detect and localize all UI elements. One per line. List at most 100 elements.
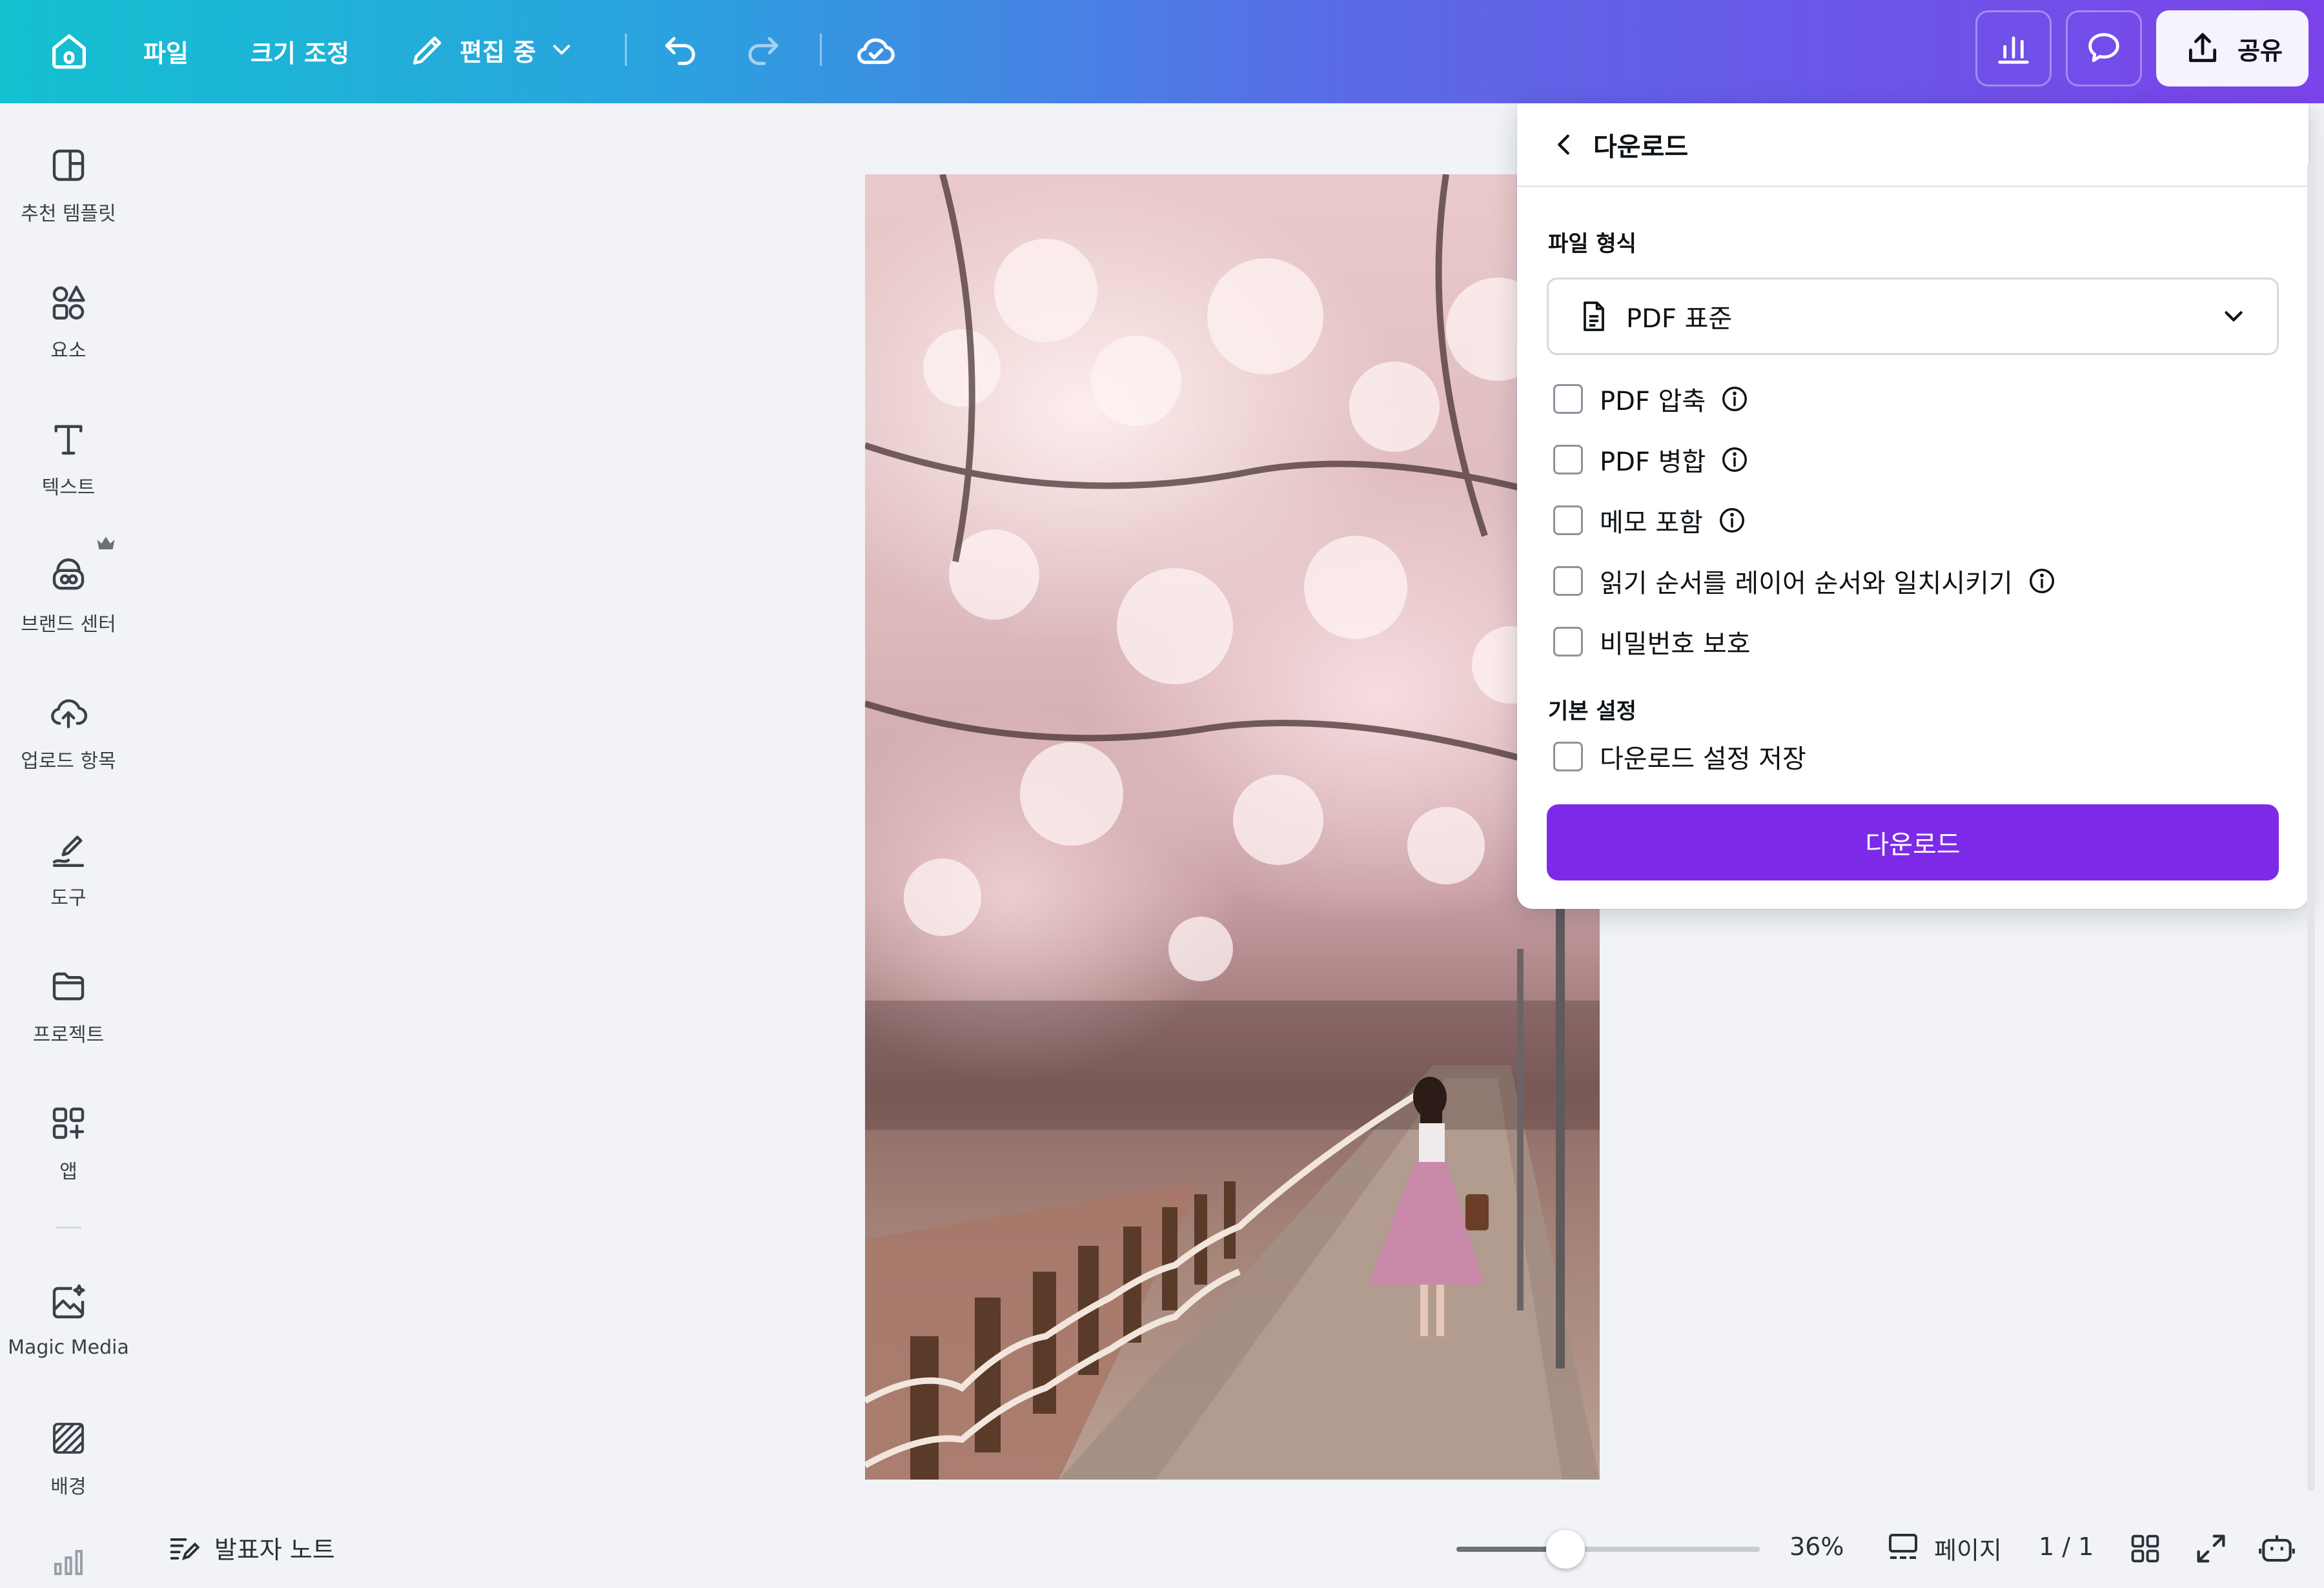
template-icon xyxy=(52,149,85,181)
canvas-scrollbar[interactable] xyxy=(2307,161,2315,1491)
assistant-button[interactable] xyxy=(2257,1529,2297,1569)
sidebar-item-projects[interactable]: 프로젝트 xyxy=(0,924,137,1047)
toolbar-divider xyxy=(820,34,822,66)
zoom-slider-handle[interactable] xyxy=(1546,1530,1585,1569)
presenter-notes-label: 발표자 노트 xyxy=(214,1535,335,1564)
undo-icon xyxy=(665,37,695,65)
info-icon[interactable] xyxy=(1720,445,1749,474)
redo-button[interactable] xyxy=(741,30,784,72)
file-type-select[interactable]: PDF 표준 xyxy=(1547,278,2279,355)
sidebar-item-label: 도구 xyxy=(50,887,87,910)
resize-menu-label: 크기 조정 xyxy=(250,39,350,68)
document-icon xyxy=(1584,301,1604,331)
grid-view-button[interactable] xyxy=(2126,1530,2164,1567)
sidebar-divider xyxy=(56,1227,81,1228)
checkbox[interactable] xyxy=(1553,627,1583,657)
insights-button[interactable] xyxy=(1975,10,2052,87)
option-label: 비밀번호 보호 xyxy=(1600,629,1751,659)
design-page-image[interactable] xyxy=(865,174,1600,1480)
file-menu-label: 파일 xyxy=(143,39,189,68)
editing-mode-menu[interactable]: 편집 중 xyxy=(408,30,576,70)
sidebar-item-templates[interactable]: 추천 템플릿 xyxy=(0,103,137,226)
bar-chart-icon xyxy=(1998,36,2029,64)
file-type-value: PDF 표준 xyxy=(1626,304,1733,334)
sidebar-item-label: Magic Media xyxy=(8,1336,129,1359)
option-label: PDF 병합 xyxy=(1600,447,1706,477)
sidebar-item-label: 요소 xyxy=(50,340,87,362)
more-icon[interactable] xyxy=(49,1542,88,1580)
sidebar-item-elements[interactable]: 요소 xyxy=(0,240,137,363)
zoom-level-label: 36% xyxy=(1789,1532,1844,1561)
pages-label: 페이지 xyxy=(1934,1536,2002,1565)
option-label: 읽기 순서를 레이어 순서와 일치시키기 xyxy=(1600,569,2013,598)
option-include-notes[interactable]: 메모 포함 xyxy=(1553,501,1747,540)
info-icon[interactable] xyxy=(1720,384,1749,414)
pencil-icon xyxy=(413,36,442,65)
download-button[interactable]: 다운로드 xyxy=(1547,804,2279,881)
sidebar-item-label: 브랜드 센터 xyxy=(21,613,116,636)
file-menu[interactable]: 파일 xyxy=(143,34,189,69)
sidebar-item-apps[interactable]: 앱 xyxy=(0,1061,137,1184)
presenter-notes-button[interactable]: 발표자 노트 xyxy=(165,1529,335,1566)
draw-icon xyxy=(52,835,85,867)
sidebar-item-brand[interactable]: 브랜드 센터 xyxy=(0,514,137,636)
sidebar-item-label: 텍스트 xyxy=(41,476,96,499)
preferences-label: 기본 설정 xyxy=(1548,698,1636,724)
download-panel-header: 다운로드 xyxy=(1517,103,2309,187)
undo-button[interactable] xyxy=(660,30,702,72)
text-icon xyxy=(54,425,83,455)
comment-icon xyxy=(2088,33,2119,63)
checkbox[interactable] xyxy=(1553,445,1583,474)
sidebar-item-label: 업로드 항목 xyxy=(21,750,116,773)
download-button-label: 다운로드 xyxy=(1865,831,1961,859)
sidebar-item-background[interactable]: 배경 xyxy=(0,1376,137,1499)
checkbox[interactable] xyxy=(1553,742,1583,771)
checkbox[interactable] xyxy=(1553,384,1583,414)
checkbox[interactable] xyxy=(1553,566,1583,596)
expand-icon xyxy=(2197,1534,2225,1563)
option-label: PDF 압축 xyxy=(1600,387,1706,416)
zoom-level[interactable]: 36% xyxy=(1789,1532,1844,1561)
cloud-check-icon xyxy=(857,38,895,65)
toolbar-divider xyxy=(625,34,627,66)
sidebar-item-label: 앱 xyxy=(59,1161,77,1183)
sidebar-item-label: 프로젝트 xyxy=(32,1024,105,1046)
home-button[interactable] xyxy=(46,28,92,74)
resize-menu[interactable]: 크기 조정 xyxy=(250,34,349,69)
assistant-icon xyxy=(2259,1535,2295,1562)
sidebar-item-uploads[interactable]: 업로드 항목 xyxy=(0,651,137,773)
zoom-slider[interactable] xyxy=(1456,1547,1760,1552)
pages-icon xyxy=(1889,1534,1917,1559)
magic-media-icon xyxy=(52,1284,85,1319)
fullscreen-button[interactable] xyxy=(2192,1530,2230,1567)
cloud-save-status[interactable] xyxy=(853,28,899,74)
sidebar-item-magic-media[interactable]: Magic Media xyxy=(0,1239,137,1362)
info-icon[interactable] xyxy=(2027,566,2057,596)
pages-button[interactable]: 페이지 xyxy=(1884,1529,2002,1567)
chevron-left-icon[interactable] xyxy=(1549,130,1579,159)
option-password-protect[interactable]: 비밀번호 보호 xyxy=(1553,622,1751,661)
upload-icon xyxy=(51,699,88,729)
sidebar-item-label: 추천 템플릿 xyxy=(21,203,116,225)
share-button[interactable]: 공유 xyxy=(2156,10,2309,87)
background-icon xyxy=(53,1423,84,1454)
brand-icon xyxy=(52,558,85,590)
comments-button[interactable] xyxy=(2066,10,2142,87)
apps-icon xyxy=(52,1107,85,1139)
sidebar-item-text[interactable]: 텍스트 xyxy=(0,377,137,500)
cherry-blossom-scene xyxy=(865,174,1600,1480)
top-toolbar: 파일 크기 조정 편집 중 공유 xyxy=(0,0,2324,103)
home-icon xyxy=(52,34,86,69)
option-pdf-merge[interactable]: PDF 병합 xyxy=(1553,440,1749,479)
chevron-down-icon xyxy=(2225,311,2243,321)
left-sidebar: 추천 템플릿 요소 텍스트 브랜드 센터 업로드 항목 도구 프로젝트 앱 Ma… xyxy=(0,103,137,1588)
sidebar-item-tools[interactable]: 도구 xyxy=(0,788,137,910)
option-pdf-compress[interactable]: PDF 압축 xyxy=(1553,380,1749,418)
option-save-settings[interactable]: 다운로드 설정 저장 xyxy=(1553,737,1806,776)
editing-mode-label: 편집 중 xyxy=(460,37,536,66)
info-icon[interactable] xyxy=(1717,505,1747,535)
page-count: 1 / 1 xyxy=(2039,1532,2094,1561)
checkbox[interactable] xyxy=(1553,505,1583,535)
page-counter: 1 / 1 xyxy=(2039,1532,2094,1561)
option-reading-order[interactable]: 읽기 순서를 레이어 순서와 일치시키기 xyxy=(1553,562,2057,600)
